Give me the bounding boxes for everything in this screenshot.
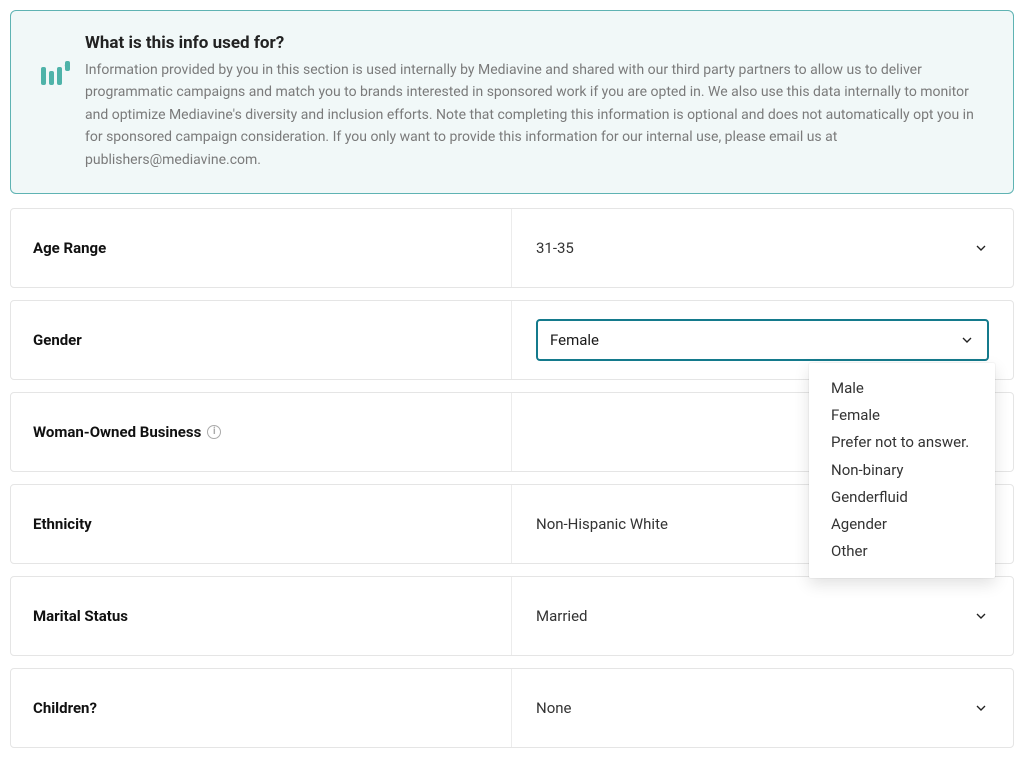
children-label: Children? xyxy=(11,669,512,747)
marital-status-select[interactable]: Married xyxy=(536,607,989,625)
gender-label: Gender xyxy=(11,301,512,379)
children-value: None xyxy=(536,699,572,717)
ethnicity-value: Non-Hispanic White xyxy=(536,515,668,533)
info-icon[interactable]: i xyxy=(207,425,221,439)
age-range-label: Age Range xyxy=(11,209,512,287)
mediavine-logo: o xyxy=(35,67,67,85)
field-age-range: Age Range 31-35 xyxy=(10,208,1014,288)
age-range-select[interactable]: 31-35 xyxy=(536,239,989,257)
gender-option[interactable]: Non-binary xyxy=(809,457,995,484)
info-title: What is this info used for? xyxy=(85,33,989,53)
age-range-value: 31-35 xyxy=(536,239,574,257)
gender-options-popup: Male Female Prefer not to answer. Non-bi… xyxy=(809,363,995,578)
gender-select[interactable]: Female xyxy=(536,319,989,361)
chevron-down-icon xyxy=(973,240,989,256)
gender-option[interactable]: Agender xyxy=(809,511,995,538)
marital-status-value: Married xyxy=(536,607,587,625)
info-body: Information provided by you in this sect… xyxy=(85,59,989,171)
gender-option[interactable]: Male xyxy=(809,375,995,402)
info-banner: o What is this info used for? Informatio… xyxy=(10,10,1014,194)
field-marital-status: Marital Status Married xyxy=(10,576,1014,656)
ethnicity-label: Ethnicity xyxy=(11,485,512,563)
woman-owned-label: Woman-Owned Business xyxy=(33,423,201,441)
children-select[interactable]: None xyxy=(536,699,989,717)
field-gender: Gender Female Male Female Prefer not to … xyxy=(10,300,1014,380)
gender-value: Female xyxy=(550,331,599,349)
chevron-down-icon xyxy=(959,332,975,348)
chevron-down-icon xyxy=(973,608,989,624)
chevron-down-icon xyxy=(973,700,989,716)
marital-status-label: Marital Status xyxy=(11,577,512,655)
gender-option[interactable]: Prefer not to answer. xyxy=(809,429,995,456)
gender-option[interactable]: Other xyxy=(809,538,995,565)
field-children: Children? None xyxy=(10,668,1014,748)
gender-option[interactable]: Genderfluid xyxy=(809,484,995,511)
gender-option[interactable]: Female xyxy=(809,402,995,429)
